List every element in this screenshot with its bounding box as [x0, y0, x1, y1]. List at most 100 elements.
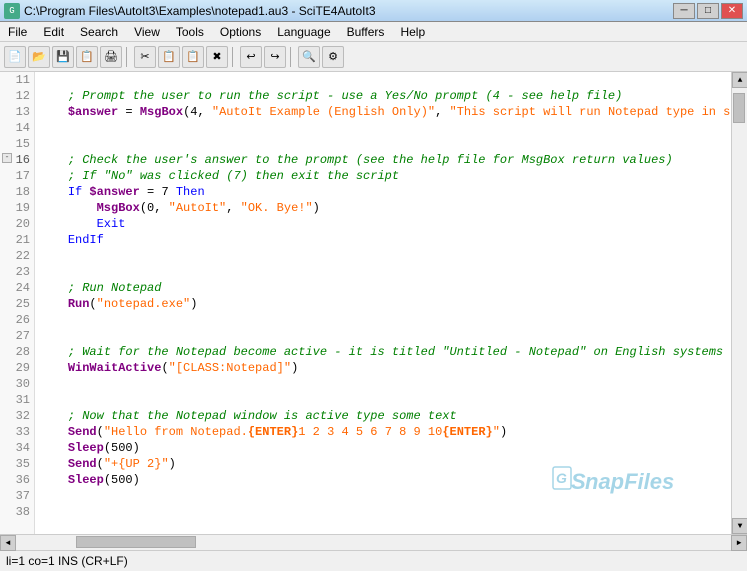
- maximize-button[interactable]: □: [697, 3, 719, 19]
- code-line-25: Run("notepad.exe"): [35, 296, 731, 312]
- statusbar: li=1 co=1 INS (CR+LF): [0, 550, 747, 570]
- gutter-line-30: 30: [0, 376, 34, 392]
- gutter-line-22: 22: [0, 248, 34, 264]
- code-line-18: If $answer = 7 Then: [35, 184, 731, 200]
- code-line-15: [35, 136, 731, 152]
- print-button[interactable]: 🖨: [100, 46, 122, 68]
- toolbar-separator-3: [290, 47, 294, 67]
- minimize-button[interactable]: ─: [673, 3, 695, 19]
- gutter-line-12: 12: [0, 88, 34, 104]
- gutter-line-31: 31: [0, 392, 34, 408]
- vscroll-track[interactable]: [732, 88, 747, 518]
- menu-buffers[interactable]: Buffers: [339, 23, 393, 41]
- code-line-24: ; Run Notepad: [35, 280, 731, 296]
- gutter-line-19: 19: [0, 200, 34, 216]
- code-line-21: EndIf: [35, 232, 731, 248]
- close-button[interactable]: ✕: [721, 3, 743, 19]
- code-line-23: [35, 264, 731, 280]
- gutter-line-16: - 16: [0, 152, 34, 168]
- status-text: li=1 co=1 INS (CR+LF): [6, 554, 128, 568]
- line-number-gutter: 11 12 13 14 15 - 16 17 18 19 20 21 22 23…: [0, 72, 35, 534]
- toolbar-separator-2: [232, 47, 236, 67]
- gutter-line-25: 25: [0, 296, 34, 312]
- code-line-35: Send("+{UP 2}"): [35, 456, 731, 472]
- menu-options[interactable]: Options: [212, 23, 269, 41]
- gutter-line-24: 24: [0, 280, 34, 296]
- toolbar-separator-1: [126, 47, 130, 67]
- code-line-14: [35, 120, 731, 136]
- window-title: C:\Program Files\AutoIt3\Examples\notepa…: [24, 4, 376, 18]
- copypath-button[interactable]: 📋: [76, 46, 98, 68]
- vscroll-up-button[interactable]: ▲: [732, 72, 747, 88]
- code-line-11: [35, 72, 731, 88]
- fold-icon-16[interactable]: -: [2, 153, 12, 163]
- delete-button[interactable]: ✖: [206, 46, 228, 68]
- menu-view[interactable]: View: [126, 23, 168, 41]
- gutter-line-13: 13: [0, 104, 34, 120]
- code-line-30: [35, 376, 731, 392]
- find-button[interactable]: 🔍: [298, 46, 320, 68]
- new-button[interactable]: 📄: [4, 46, 26, 68]
- menu-file[interactable]: File: [0, 23, 35, 41]
- menubar: File Edit Search View Tools Options Lang…: [0, 22, 747, 42]
- hscroll-left-button[interactable]: ◄: [0, 535, 16, 551]
- code-line-29: WinWaitActive("[CLASS:Notepad]"): [35, 360, 731, 376]
- code-line-13: $answer = MsgBox(4, "AutoIt Example (Eng…: [35, 104, 731, 120]
- gutter-line-20: 20: [0, 216, 34, 232]
- code-line-22: [35, 248, 731, 264]
- vertical-scrollbar: ▲ ▼: [731, 72, 747, 534]
- gutter-line-36: 36: [0, 472, 34, 488]
- code-line-33: Send("Hello from Notepad.{ENTER}1 2 3 4 …: [35, 424, 731, 440]
- horizontal-scrollbar: ◄ ►: [0, 534, 747, 550]
- gutter-line-28: 28: [0, 344, 34, 360]
- code-line-37: [35, 488, 731, 504]
- toolbar: 📄 📂 💾 📋 🖨 ✂ 📋 📋 ✖ ↩ ↪ 🔍 ⚙: [0, 42, 747, 72]
- gutter-line-11: 11: [0, 72, 34, 88]
- menu-search[interactable]: Search: [72, 23, 126, 41]
- copy-button[interactable]: 📋: [158, 46, 180, 68]
- code-line-36: Sleep(500): [35, 472, 731, 488]
- code-line-16: ; Check the user's answer to the prompt …: [35, 152, 731, 168]
- window-controls: ─ □ ✕: [673, 3, 743, 19]
- gutter-line-29: 29: [0, 360, 34, 376]
- settings-button[interactable]: ⚙: [322, 46, 344, 68]
- gutter-line-33: 33: [0, 424, 34, 440]
- gutter-line-21: 21: [0, 232, 34, 248]
- save-button[interactable]: 💾: [52, 46, 74, 68]
- gutter-line-17: 17: [0, 168, 34, 184]
- gutter-line-32: 32: [0, 408, 34, 424]
- gutter-line-23: 23: [0, 264, 34, 280]
- code-line-34: Sleep(500): [35, 440, 731, 456]
- hscroll-thumb[interactable]: [76, 536, 196, 548]
- gutter-line-35: 35: [0, 456, 34, 472]
- menu-language[interactable]: Language: [269, 23, 338, 41]
- hscroll-right-button[interactable]: ►: [731, 535, 747, 551]
- code-line-31: [35, 392, 731, 408]
- code-line-19: MsgBox(0, "AutoIt", "OK. Bye!"): [35, 200, 731, 216]
- menu-help[interactable]: Help: [392, 23, 433, 41]
- code-line-38: [35, 504, 731, 520]
- gutter-line-27: 27: [0, 328, 34, 344]
- gutter-line-38: 38: [0, 504, 34, 520]
- vscroll-down-button[interactable]: ▼: [732, 518, 747, 534]
- titlebar: G C:\Program Files\AutoIt3\Examples\note…: [0, 0, 747, 22]
- gutter-line-34: 34: [0, 440, 34, 456]
- open-button[interactable]: 📂: [28, 46, 50, 68]
- gutter-line-37: 37: [0, 488, 34, 504]
- code-line-27: [35, 328, 731, 344]
- hscroll-track[interactable]: [16, 535, 731, 550]
- code-line-28: ; Wait for the Notepad become active - i…: [35, 344, 731, 360]
- code-editor[interactable]: ; Prompt the user to run the script - us…: [35, 72, 731, 534]
- gutter-line-14: 14: [0, 120, 34, 136]
- vscroll-thumb[interactable]: [733, 93, 745, 123]
- cut-button[interactable]: ✂: [134, 46, 156, 68]
- gutter-line-18: 18: [0, 184, 34, 200]
- gutter-line-26: 26: [0, 312, 34, 328]
- undo-button[interactable]: ↩: [240, 46, 262, 68]
- menu-edit[interactable]: Edit: [35, 23, 72, 41]
- menu-tools[interactable]: Tools: [168, 23, 212, 41]
- redo-button[interactable]: ↪: [264, 46, 286, 68]
- paste-button[interactable]: 📋: [182, 46, 204, 68]
- code-line-17: ; If "No" was clicked (7) then exit the …: [35, 168, 731, 184]
- code-line-12: ; Prompt the user to run the script - us…: [35, 88, 731, 104]
